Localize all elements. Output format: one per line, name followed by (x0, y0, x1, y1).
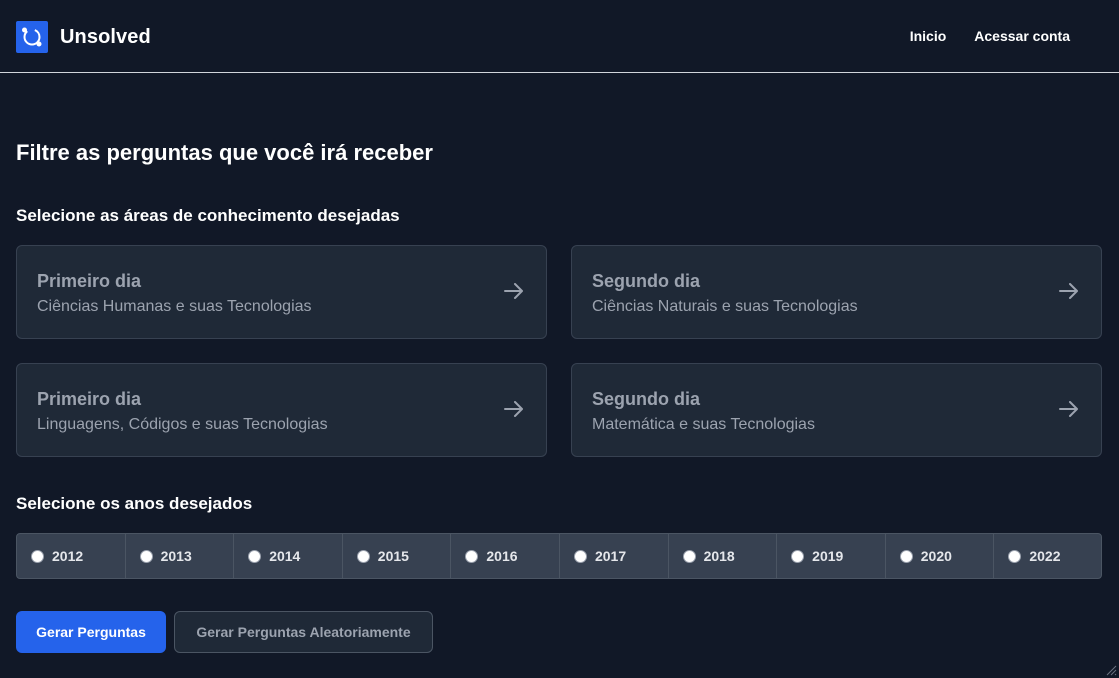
main-nav: Inicio Acessar conta (910, 28, 1070, 44)
area-card-subject: Linguagens, Códigos e suas Tecnologias (37, 416, 328, 433)
year-label: 2019 (812, 548, 844, 564)
generate-random-questions-button[interactable]: Gerar Perguntas Aleatoriamente (174, 611, 433, 653)
areas-section-label: Selecione as áreas de conhecimento desej… (16, 206, 400, 225)
area-card-day: Primeiro dia (37, 271, 142, 291)
years-section-label: Selecione os anos desejados (16, 494, 253, 513)
year-option-2013[interactable]: 2013 (126, 534, 235, 578)
radio-button[interactable] (248, 549, 262, 563)
year-label: 2015 (377, 548, 409, 564)
year-option-2012[interactable]: 2012 (17, 534, 126, 578)
brand-name: Unsolved (60, 25, 151, 48)
resize-grip-icon[interactable] (1105, 664, 1117, 676)
page-title: Filtre as perguntas que você irá receber (16, 140, 433, 165)
year-option-2022[interactable]: 2022 (994, 534, 1101, 578)
radio-button[interactable] (573, 549, 587, 563)
year-label: 2013 (160, 548, 192, 564)
area-card-day: Segundo dia (592, 389, 700, 409)
area-card-day: Primeiro dia (37, 389, 142, 409)
year-label: 2017 (594, 548, 627, 564)
year-label: 2014 (269, 548, 301, 564)
radio-button[interactable] (356, 549, 370, 563)
year-option-2017[interactable]: 2017 (560, 534, 669, 578)
year-option-2020[interactable]: 2020 (886, 534, 995, 578)
radio-button[interactable] (899, 549, 913, 563)
radio-button[interactable] (139, 549, 153, 563)
radio-button[interactable] (791, 549, 805, 563)
year-label: 2016 (486, 548, 518, 564)
area-card-subject: Matemática e suas Tecnologias (592, 416, 815, 433)
unsolved-logo-icon (16, 21, 48, 53)
area-card-matematica[interactable]: Segundo dia Matemática e suas Tecnologia… (571, 363, 1102, 457)
area-card-ciencias-humanas[interactable]: Primeiro dia Ciências Humanas e suas Tec… (16, 245, 547, 339)
arrow-right-icon (504, 283, 523, 299)
nav-link-acessar-conta[interactable]: Acessar conta (974, 28, 1070, 44)
arrow-right-icon (1059, 401, 1078, 417)
radio-button[interactable] (465, 549, 479, 563)
radio-button[interactable] (1008, 549, 1022, 563)
brand-logo[interactable]: Unsolved (16, 21, 151, 53)
nav-link-inicio[interactable]: Inicio (910, 28, 947, 44)
year-option-2015[interactable]: 2015 (343, 534, 452, 578)
year-label: 2020 (920, 548, 952, 564)
radio-button[interactable] (682, 549, 696, 563)
area-card-day: Segundo dia (592, 271, 700, 291)
arrow-right-icon (504, 401, 523, 417)
area-card-linguagens[interactable]: Primeiro dia Linguagens, Códigos e suas … (16, 363, 547, 457)
area-card-subject: Ciências Humanas e suas Tecnologias (37, 298, 312, 315)
year-option-2019[interactable]: 2019 (777, 534, 886, 578)
area-card-subject: Ciências Naturais e suas Tecnologias (592, 298, 858, 315)
arrow-right-icon (1059, 283, 1078, 299)
year-radio-group: 2012 2013 2014 2015 2016 2017 2018 2019 … (16, 533, 1102, 579)
page: Unsolved Inicio Acessar conta Filtre as … (0, 0, 1119, 678)
year-option-2018[interactable]: 2018 (669, 534, 778, 578)
generate-questions-button[interactable]: Gerar Perguntas (16, 611, 166, 653)
radio-button[interactable] (31, 549, 44, 563)
year-label: 2012 (52, 548, 84, 564)
year-option-2014[interactable]: 2014 (234, 534, 343, 578)
year-option-2016[interactable]: 2016 (451, 534, 560, 578)
year-label: 2018 (703, 548, 735, 564)
top-navbar: Unsolved Inicio Acessar conta (0, 0, 1119, 73)
year-label: 2022 (1029, 548, 1061, 564)
area-card-ciencias-naturais[interactable]: Segundo dia Ciências Naturais e suas Tec… (571, 245, 1102, 339)
